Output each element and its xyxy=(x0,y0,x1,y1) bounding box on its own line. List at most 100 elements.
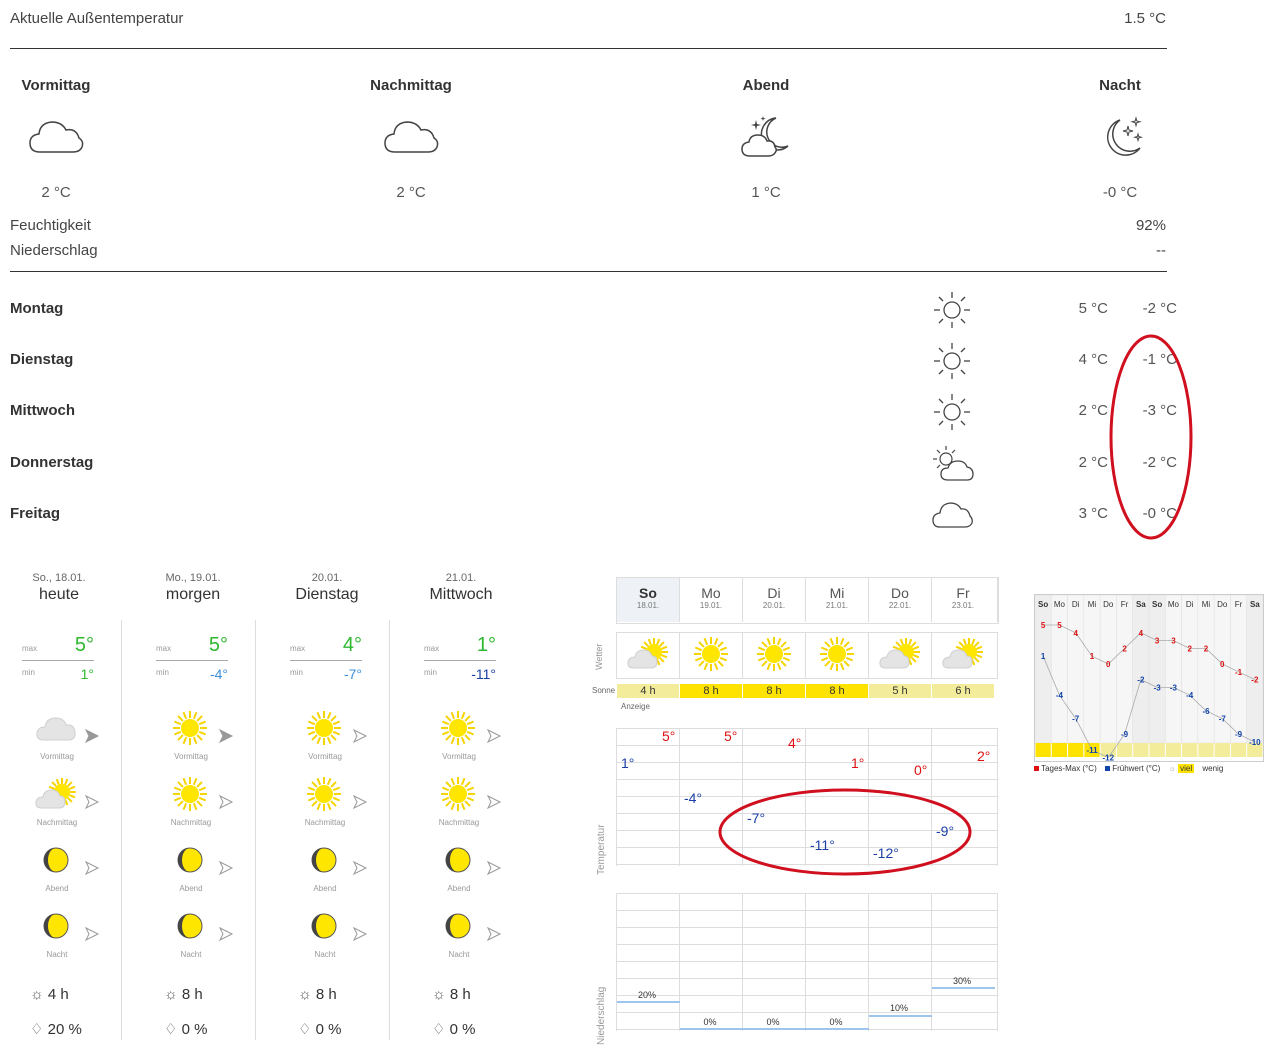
rain-bar xyxy=(743,1028,806,1030)
column-separator xyxy=(389,620,390,1040)
forecast-name: Mittwoch xyxy=(429,586,493,603)
table-day-header[interactable]: Mi 21.01. xyxy=(806,577,868,622)
drop-icon: ♢ xyxy=(432,1021,446,1038)
forecast-slot: Abend xyxy=(290,842,360,902)
moon-stars-icon xyxy=(1090,112,1150,162)
mini-col xyxy=(1099,594,1117,744)
divider xyxy=(10,271,1167,272)
grid-line xyxy=(616,745,998,746)
forecast-max: 5° xyxy=(74,634,94,656)
wind-arrow-icon xyxy=(84,794,102,812)
wind-arrow-icon xyxy=(486,860,504,878)
mini-chart: So Mo Di Mi Do Fr Sa So Mo Di Mi Do Fr Sa 5 5 4 1 0 2 4 3 3 2 2 0… xyxy=(1034,594,1264,763)
forecast-max: 5° xyxy=(208,634,228,656)
mini-data-label: -12 xyxy=(1103,754,1115,761)
wind-arrow-icon xyxy=(84,926,102,944)
mini-data-label: 1 xyxy=(1041,652,1046,661)
period-label: Nacht xyxy=(1099,77,1141,94)
rain-chance: 0 % xyxy=(315,1021,342,1038)
mini-data-label: 0 xyxy=(1220,660,1225,669)
mini-data-label: -2 xyxy=(1251,676,1259,685)
period-temp: 1 °C xyxy=(751,184,781,201)
drop-icon: ♢ xyxy=(164,1021,178,1038)
precipitation-label: Niederschlag xyxy=(10,242,98,259)
wind-arrow-icon xyxy=(352,728,370,746)
forecast-max: 4° xyxy=(342,634,362,656)
legend-viel: viel xyxy=(1178,764,1195,773)
mini-chart-svg: So Mo Di Mi Do Fr Sa So Mo Di Mi Do Fr Sa 5 5 4 1 0 2 4 3 3 2 2 0… xyxy=(1034,594,1264,763)
sun-hours: 4 h xyxy=(47,986,69,1003)
forecast-max-row: max 5° xyxy=(156,634,228,661)
day-name: Montag xyxy=(10,300,64,317)
humidity-value: 92% xyxy=(1135,217,1166,234)
slot-label: Nachmittag xyxy=(304,818,346,827)
table-day: Fr xyxy=(956,585,970,601)
forecast-rain: ♢ 20 % xyxy=(30,1020,82,1038)
drop-icon: ♢ xyxy=(298,1021,312,1038)
column-separator xyxy=(121,620,122,1040)
mini-sun-bar xyxy=(1068,743,1084,757)
forecast-slot: Nacht xyxy=(156,908,226,968)
grid-line xyxy=(805,893,806,1031)
table-max-temp: 5° xyxy=(662,728,676,744)
grid-line xyxy=(616,893,998,894)
mini-col xyxy=(1165,594,1182,744)
table-day-header[interactable]: So 18.01. xyxy=(617,577,679,622)
forecast-date: 21.01. xyxy=(445,572,477,584)
rain-chance: 0 % xyxy=(449,1021,476,1038)
forecast-name: morgen xyxy=(165,586,221,603)
mini-day-label: Mo xyxy=(1054,600,1066,609)
grid-line xyxy=(679,632,680,678)
anzeige-link[interactable]: Anzeige xyxy=(621,702,650,711)
max-label: max xyxy=(424,644,440,653)
table-rain: 0% xyxy=(829,1017,843,1027)
mini-col xyxy=(1116,594,1133,744)
day-row-dienstag: Dienstag 4 °C -1 °C xyxy=(10,343,1177,379)
forecast-sun: ☼ 8 h xyxy=(164,986,203,1003)
table-rain: 20% xyxy=(637,990,656,1000)
day-min: -2 °C xyxy=(1142,300,1177,317)
forecast-slot: Vormittag xyxy=(156,710,226,770)
grid-line xyxy=(616,910,998,911)
forecast-slot: Vormittag xyxy=(424,710,494,770)
wind-arrow-icon xyxy=(352,860,370,878)
sun-hours: 6 h xyxy=(932,684,994,698)
day-row-donnerstag: Donnerstag 2 °C -2 °C xyxy=(10,446,1177,481)
forecast-rain: ♢ 0 % xyxy=(164,1020,207,1038)
forecast-date: So., 18.01. xyxy=(32,572,86,584)
table-day-header[interactable]: Di 20.01. xyxy=(743,577,805,622)
grid-line xyxy=(616,893,617,1031)
forecast-slot: Abend xyxy=(156,842,226,902)
wind-arrow-icon xyxy=(218,728,236,746)
mini-data-label: -7 xyxy=(1219,715,1227,724)
grid-line xyxy=(868,632,869,678)
rain-bar xyxy=(680,1028,743,1030)
grid-line xyxy=(997,632,998,678)
table-date: 20.01. xyxy=(762,601,786,610)
table-day: Mo xyxy=(701,585,721,601)
max-label: max xyxy=(290,644,306,653)
table-rain: 10% xyxy=(889,1003,908,1013)
sun-icon xyxy=(168,710,212,750)
sun-icon xyxy=(688,636,734,681)
table-day-header[interactable]: Mo 19.01. xyxy=(680,577,742,622)
table-date: 21.01. xyxy=(825,601,849,610)
max-label: max xyxy=(22,644,38,653)
forecast-max-row: max 4° xyxy=(290,634,362,661)
drop-icon: ♢ xyxy=(30,1021,44,1038)
forecast-name: heute xyxy=(38,586,80,603)
period-temp: 2 °C xyxy=(41,184,71,201)
table-day-header[interactable]: Do 22.01. xyxy=(869,577,931,622)
precipitation-value: -- xyxy=(1156,242,1166,259)
day-row-freitag: Freitag 3 °C -0 °C xyxy=(10,499,1177,529)
forecast-min: -7° xyxy=(343,666,362,682)
highlight-ellipse xyxy=(718,788,972,876)
max-label: max xyxy=(156,644,172,653)
mini-col xyxy=(1083,594,1101,744)
mini-col xyxy=(1132,594,1150,744)
slot-label: Nacht xyxy=(46,950,68,959)
moon-icon xyxy=(436,908,480,948)
table-day-header[interactable]: Fr 23.01. xyxy=(932,577,994,622)
mini-data-label: 5 xyxy=(1057,621,1062,630)
day-name: Dienstag xyxy=(10,351,74,368)
